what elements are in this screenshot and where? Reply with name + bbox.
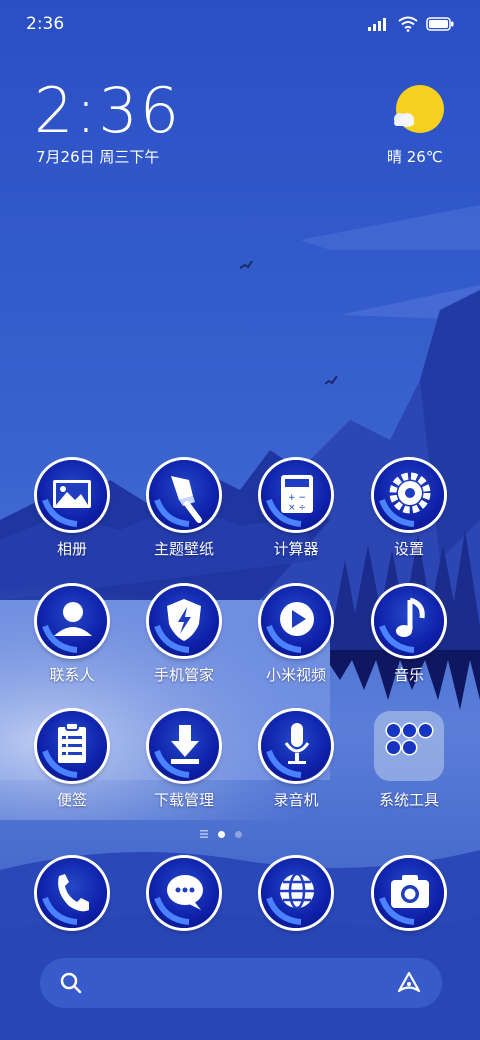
weather-text: 晴 26℃ [387,148,443,166]
folder-system-tools[interactable]: 系统工具 [353,711,465,810]
paintbrush-icon [154,476,202,527]
notepad-icon [42,722,86,778]
microphone-icon [266,723,310,778]
status-bar-icons [368,14,454,34]
app-recorder[interactable]: 录音机 [240,711,352,810]
menu-lines-icon [200,830,208,838]
camera-icon [379,875,429,925]
app-video[interactable]: 小米视频 [240,586,352,685]
sunny-weather-icon[interactable] [390,84,446,136]
app-security[interactable]: 手机管家 [128,586,240,685]
clock-widget-time[interactable]: 2:36 [34,74,181,147]
app-themes[interactable]: 主题壁纸 [128,460,240,559]
status-bar-time: 2:36 [26,14,65,34]
dock-camera[interactable] [353,858,465,928]
signal-icon [368,18,386,31]
app-notes[interactable]: 便签 [16,711,128,810]
music-note-icon [379,597,425,653]
folder-preview [374,711,444,781]
dock-messages[interactable] [128,858,240,928]
app-label: 相册 [56,540,87,558]
dock-browser[interactable] [240,858,352,928]
app-label: 便签 [56,791,87,809]
app-music[interactable]: 音乐 [353,586,465,685]
clock-widget-date: 7月26日 周三下午 [36,148,160,166]
app-label: 手机管家 [153,666,214,684]
page-dot [235,830,242,838]
browser-globe-icon [266,872,314,925]
app-settings[interactable]: 设置 [353,460,465,559]
app-label: 小米视频 [265,666,326,684]
app-label: 设置 [393,540,424,558]
download-icon [154,725,199,778]
gallery-icon [42,480,91,527]
gear-icon [379,472,431,527]
assistant-icon[interactable] [396,970,422,996]
search-icon [60,972,82,994]
phone-icon [42,874,89,925]
app-label: 主题壁纸 [153,540,214,558]
app-calculator[interactable]: + − × ÷ 计算器 [240,460,352,559]
app-contacts[interactable]: 联系人 [16,586,128,685]
search-bar[interactable] [40,958,442,1008]
app-downloads[interactable]: 下载管理 [128,711,240,810]
app-label: 下载管理 [153,791,214,809]
wifi-icon [398,16,418,32]
calculator-icon: + − × ÷ [266,475,313,527]
folder-label: 系统工具 [378,791,439,809]
battery-icon [426,17,454,31]
app-label: 音乐 [393,666,424,684]
message-icon [154,875,203,925]
page-indicator[interactable] [200,830,242,838]
app-label: 计算器 [273,540,319,558]
app-label: 录音机 [273,791,319,809]
shield-icon [154,599,201,653]
contact-icon [42,602,92,653]
app-gallery[interactable]: 相册 [16,460,128,559]
svg-text:+ −: + − [288,493,306,503]
dock-phone[interactable] [16,858,128,928]
page-dot-active [218,830,225,838]
play-icon [266,602,314,653]
app-label: 联系人 [49,666,95,684]
svg-text:× ÷: × ÷ [288,503,306,513]
